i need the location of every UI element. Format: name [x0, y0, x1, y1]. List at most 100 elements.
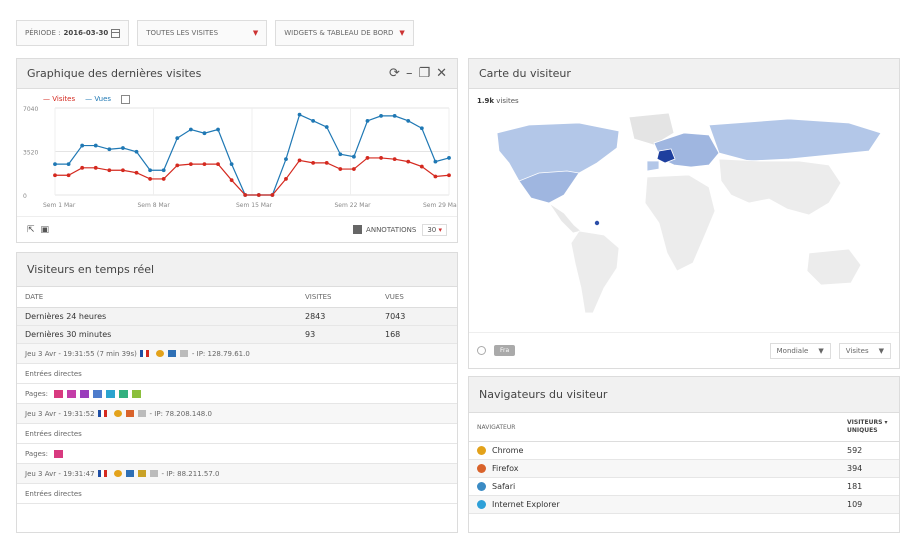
safari-icon: [477, 482, 486, 491]
data-point[interactable]: [80, 143, 85, 148]
data-point[interactable]: [351, 154, 356, 159]
data-point[interactable]: [121, 146, 125, 150]
data-point[interactable]: [243, 193, 248, 197]
data-point[interactable]: [365, 118, 370, 123]
data-point[interactable]: [406, 159, 411, 164]
visitor-browsers-widget: Navigateurs du visiteur NAVIGATEUR VISIT…: [468, 376, 900, 533]
image-icon[interactable]: ▣: [41, 225, 50, 235]
visitor-map-widget: Carte du visiteur 1.9k visites Fra Mondi…: [468, 58, 900, 369]
data-point[interactable]: [188, 162, 193, 167]
page-icon[interactable]: [66, 389, 76, 398]
browsers-table: NAVIGATEUR VISITEURS ▾ UNIQUES Chrome 592…: [469, 413, 899, 514]
data-point[interactable]: [297, 158, 302, 163]
data-point[interactable]: [419, 126, 424, 131]
segment-selector[interactable]: TOUTES LES VISITES ▼: [137, 20, 268, 46]
data-point[interactable]: [175, 136, 180, 141]
data-point[interactable]: [392, 157, 397, 162]
close-icon[interactable]: ✕: [436, 66, 447, 81]
data-point[interactable]: [338, 152, 343, 157]
data-point[interactable]: [392, 114, 397, 118]
col-visits: VISITES: [297, 287, 377, 308]
page-icon[interactable]: [53, 449, 63, 458]
world-map[interactable]: [469, 103, 899, 333]
page-icon[interactable]: [92, 389, 102, 398]
data-point[interactable]: [202, 131, 207, 136]
annotations-toggle[interactable]: ANNOTATIONS: [353, 225, 416, 234]
world-button[interactable]: Fra: [494, 345, 516, 356]
data-point[interactable]: [324, 125, 329, 129]
data-point[interactable]: [188, 127, 193, 132]
data-point[interactable]: [311, 160, 316, 165]
data-point[interactable]: [379, 156, 383, 160]
zoom-out-icon[interactable]: [477, 346, 486, 355]
data-point[interactable]: [107, 147, 112, 152]
col-unique-visitors[interactable]: VISITEURS ▾ UNIQUES: [839, 413, 899, 442]
data-point[interactable]: [324, 160, 329, 165]
data-point[interactable]: [161, 177, 166, 181]
data-point[interactable]: [229, 162, 234, 167]
data-point[interactable]: [93, 165, 98, 170]
data-point[interactable]: [66, 162, 71, 167]
data-point[interactable]: [202, 162, 207, 167]
table-row[interactable]: Safari 181: [469, 477, 899, 496]
maximize-icon[interactable]: ❐: [418, 66, 430, 81]
refresh-icon[interactable]: ⟳: [389, 66, 400, 81]
page-icon[interactable]: [53, 389, 63, 398]
x-tick-label: Sem 22 Mar: [335, 202, 372, 209]
data-point[interactable]: [284, 177, 288, 181]
export-icon[interactable]: ⇱: [27, 225, 35, 235]
data-point[interactable]: [365, 156, 370, 160]
table-row[interactable]: Internet Explorer 109: [469, 495, 899, 514]
data-point[interactable]: [311, 118, 316, 123]
data-point[interactable]: [80, 165, 85, 170]
visit-header[interactable]: Jeu 3 Avr - 19:31:55 (7 min 39s) - IP: 1…: [17, 344, 457, 364]
visit-header[interactable]: Jeu 3 Avr - 19:31:52 - IP: 78.208.148.0: [17, 404, 457, 424]
data-point[interactable]: [433, 174, 438, 179]
page-icon[interactable]: [118, 389, 128, 398]
visit-header[interactable]: Jeu 3 Avr - 19:31:47 - IP: 88.211.57.0: [17, 464, 457, 484]
page-icon[interactable]: [131, 389, 141, 398]
col-browser[interactable]: NAVIGATEUR: [469, 413, 839, 442]
table-row[interactable]: Chrome 592: [469, 441, 899, 460]
data-point[interactable]: [338, 167, 343, 171]
data-point[interactable]: [256, 193, 261, 197]
data-point[interactable]: [121, 168, 125, 173]
dashboard-menu[interactable]: WIDGETS & TABLEAU DE BORD ▼: [275, 20, 414, 46]
col-views: VUES: [377, 287, 457, 308]
data-point[interactable]: [148, 168, 153, 173]
data-point[interactable]: [406, 118, 411, 123]
data-point[interactable]: [66, 173, 71, 178]
data-point[interactable]: [148, 177, 153, 181]
page-icon[interactable]: [105, 389, 115, 398]
data-point[interactable]: [93, 143, 98, 148]
data-point[interactable]: [216, 162, 220, 167]
data-point[interactable]: [433, 159, 438, 164]
data-point[interactable]: [53, 173, 57, 178]
data-point[interactable]: [351, 167, 356, 171]
data-point[interactable]: [297, 112, 302, 117]
data-point[interactable]: [175, 163, 180, 168]
data-point[interactable]: [229, 178, 234, 183]
period-limit-select[interactable]: 30 ▾: [422, 223, 447, 236]
data-point[interactable]: [419, 164, 424, 169]
data-point[interactable]: [134, 170, 139, 175]
data-point[interactable]: [216, 127, 220, 132]
data-point[interactable]: [447, 173, 451, 178]
widget-header: Graphique des dernières visites ⟳ – ❐ ✕: [17, 59, 457, 89]
visit-referrer: Entrées directes: [17, 484, 457, 504]
data-point[interactable]: [134, 149, 139, 154]
data-point[interactable]: [270, 193, 275, 197]
data-point[interactable]: [379, 114, 383, 118]
map-level-select[interactable]: Mondiale ▼: [769, 342, 831, 359]
map-region-south-america: [570, 230, 620, 314]
minimize-icon[interactable]: –: [406, 66, 413, 81]
page-icon[interactable]: [79, 389, 89, 398]
table-row[interactable]: Firefox 394: [469, 459, 899, 478]
data-point[interactable]: [161, 168, 166, 173]
map-metric-select[interactable]: Visites ▼: [838, 342, 891, 359]
period-selector[interactable]: PÉRIODE : 2016-03-30: [16, 20, 130, 46]
data-point[interactable]: [107, 168, 112, 173]
data-point[interactable]: [284, 157, 288, 162]
data-point[interactable]: [447, 156, 451, 160]
data-point[interactable]: [53, 162, 57, 167]
